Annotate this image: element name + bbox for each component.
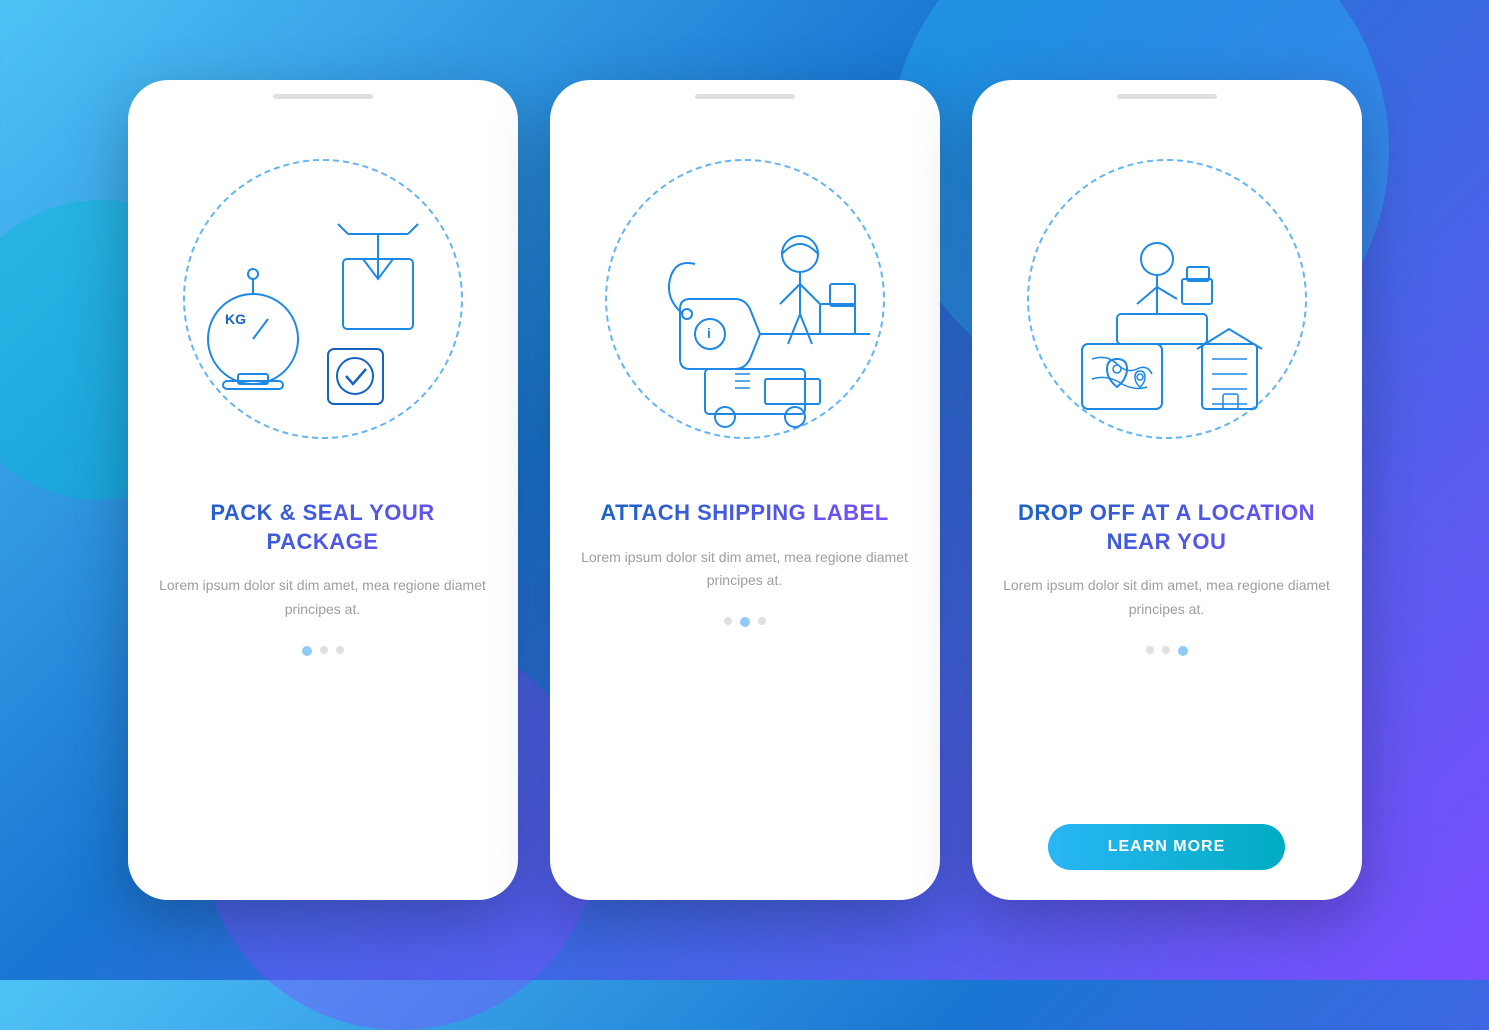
label-title: ATTACH SHIPPING LABEL bbox=[600, 499, 888, 528]
dot-1c bbox=[1146, 646, 1154, 654]
text-area-label: ATTACH SHIPPING LABEL Lorem ipsum dolor … bbox=[550, 489, 940, 900]
dot-2c bbox=[1162, 646, 1170, 654]
dot-1 bbox=[302, 646, 312, 656]
illustration-pack: KG bbox=[128, 109, 518, 489]
dropoff-title: DROP OFF AT A LOCATION NEAR YOU bbox=[1002, 499, 1332, 556]
dot-2 bbox=[320, 646, 328, 654]
text-area-dropoff: DROP OFF AT A LOCATION NEAR YOU Lorem ip… bbox=[972, 489, 1362, 900]
screen-label: i ATTACH SHIPPING LABEL Lorem ipsum dolo… bbox=[550, 80, 940, 900]
text-area-pack: PACK & SEAL YOUR PACKAGE Lorem ipsum dol… bbox=[128, 489, 518, 900]
dots-dropoff bbox=[1146, 646, 1188, 656]
dropoff-svg bbox=[1027, 159, 1307, 439]
dot-3 bbox=[336, 646, 344, 654]
dots-pack bbox=[302, 646, 344, 656]
dot-2b bbox=[740, 617, 750, 627]
pack-title: PACK & SEAL YOUR PACKAGE bbox=[158, 499, 488, 556]
illustration-label: i bbox=[550, 109, 940, 489]
label-description: Lorem ipsum dolor sit dim amet, mea regi… bbox=[580, 546, 910, 594]
dot-3b bbox=[758, 617, 766, 625]
svg-text:i: i bbox=[707, 325, 711, 341]
phone-notch-1 bbox=[273, 94, 373, 99]
screen-pack: KG PACK & SEA bbox=[128, 80, 518, 900]
dot-1b bbox=[724, 617, 732, 625]
svg-text:KG: KG bbox=[225, 311, 246, 327]
pack-description: Lorem ipsum dolor sit dim amet, mea regi… bbox=[158, 574, 488, 622]
dots-label bbox=[724, 617, 766, 627]
screens-container: KG PACK & SEA bbox=[128, 80, 1362, 900]
learn-more-button[interactable]: LEARN MORE bbox=[1048, 824, 1286, 870]
dot-3c bbox=[1178, 646, 1188, 656]
illustration-dropoff bbox=[972, 109, 1362, 489]
screen-dropoff: DROP OFF AT A LOCATION NEAR YOU Lorem ip… bbox=[972, 80, 1362, 900]
dropoff-description: Lorem ipsum dolor sit dim amet, mea regi… bbox=[1002, 574, 1332, 622]
pack-svg: KG bbox=[183, 159, 463, 439]
phone-notch-2 bbox=[695, 94, 795, 99]
phone-notch-3 bbox=[1117, 94, 1217, 99]
label-svg: i bbox=[605, 159, 885, 439]
